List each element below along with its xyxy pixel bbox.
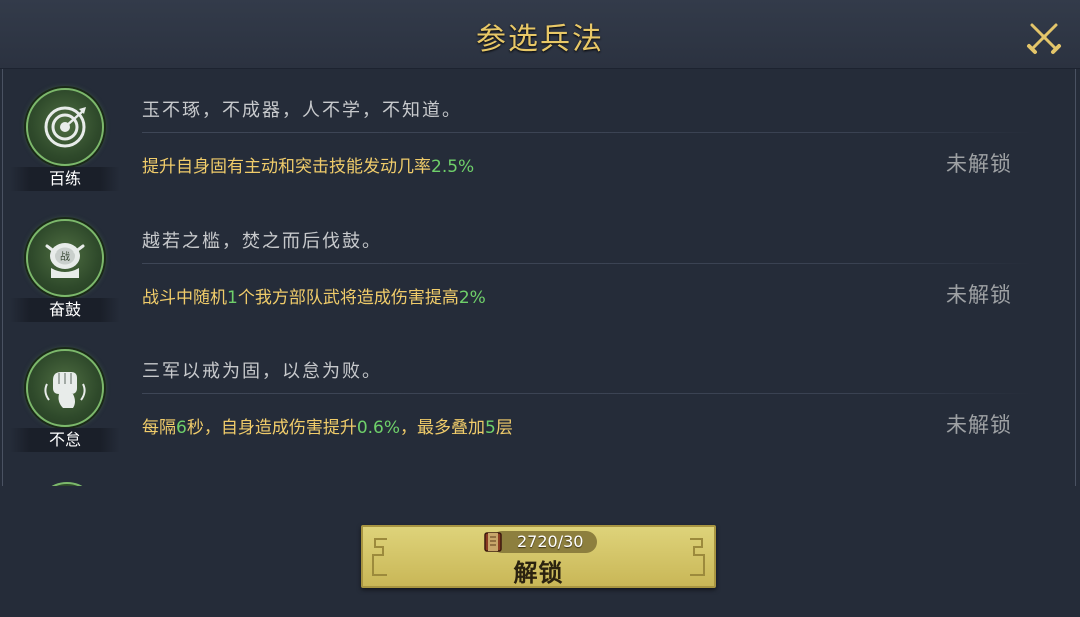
unlock-button[interactable]: 2720/30 解锁	[361, 525, 716, 588]
skill-quote: 三军以戒为固，以怠为败。	[142, 361, 382, 382]
close-icon	[1027, 23, 1061, 54]
skill-icon-frame	[26, 349, 104, 427]
skill-icon-frame: 战	[26, 219, 104, 297]
skill-row[interactable]: 战 奋鼓 越若之槛，焚之而后伐鼓。 战斗中随机1个我方部队武将造成伤害提高2% …	[0, 205, 1080, 335]
effect-value: 2.5%	[431, 157, 475, 177]
effect-value: 6	[176, 418, 187, 438]
page-title: 参选兵法	[476, 22, 604, 57]
target-icon	[44, 106, 86, 148]
fist-icon	[44, 372, 86, 408]
svg-text:战: 战	[60, 251, 70, 263]
effect-value: 5	[485, 418, 496, 438]
effect-text: 战斗中随机	[142, 288, 227, 308]
row-divider	[142, 132, 1032, 133]
effect-text: 每隔	[142, 418, 176, 438]
skill-row[interactable]: 百练 玉不琢，不成器，人不学，不知道。 提升自身固有主动和突击技能发动几率2.5…	[0, 74, 1080, 204]
skill-row[interactable]: 不怠 三军以戒为固，以怠为败。 每隔6秒，自身造成伤害提升0.6%，最多叠加5层…	[0, 335, 1080, 465]
skill-quote: 越若之槛，焚之而后伐鼓。	[142, 231, 382, 252]
skill-status: 未解锁	[946, 152, 1012, 176]
skill-status: 未解锁	[946, 413, 1012, 437]
book-scroll-icon	[484, 532, 502, 552]
row-divider	[142, 393, 1032, 394]
skill-effect: 提升自身固有主动和突击技能发动几率2.5%	[142, 152, 474, 177]
skill-icon-frame	[26, 88, 104, 166]
effect-text: 个我方部队武将造成伤害提高	[237, 288, 459, 308]
skill-quote: 玉不琢，不成器，人不学，不知道。	[142, 100, 462, 121]
effect-text: 秒，自身造成伤害提升	[186, 418, 357, 438]
skill-name: 百练	[10, 167, 120, 191]
skill-name: 不怠	[10, 428, 120, 452]
cost-value: 2720/30	[517, 532, 584, 551]
effect-text: 提升自身固有主动和突击技能发动几率	[142, 157, 431, 177]
skill-name: 奋鼓	[10, 298, 120, 322]
skill-effect: 战斗中随机1个我方部队武将造成伤害提高2%	[142, 283, 486, 308]
effect-value: 0.6%	[356, 418, 401, 438]
effect-text: 层	[495, 418, 513, 438]
close-button[interactable]	[1024, 17, 1064, 57]
row-divider	[142, 263, 1032, 264]
effect-value: 2%	[458, 288, 486, 308]
effect-value: 1	[227, 288, 238, 308]
unlock-label: 解锁	[513, 559, 564, 587]
title-bar: 参选兵法	[0, 0, 1080, 69]
effect-text: ，最多叠加	[400, 418, 486, 438]
skill-effect: 每隔6秒，自身造成伤害提升0.6%，最多叠加5层	[142, 413, 513, 438]
war-drum-icon: 战	[45, 243, 85, 278]
skill-status: 未解锁	[946, 283, 1012, 307]
